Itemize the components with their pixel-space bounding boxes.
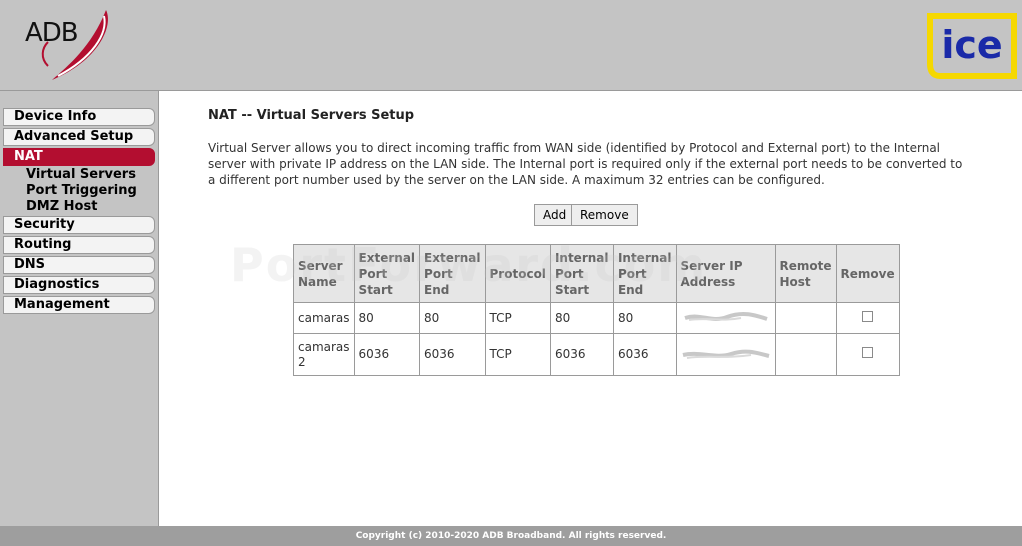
cell-external-port-end: 80 bbox=[419, 302, 486, 334]
sidebar-item-routing[interactable]: Routing bbox=[3, 236, 155, 254]
sidebar-item-management[interactable]: Management bbox=[3, 296, 155, 314]
column-header-internal-port-end: Internal Port End bbox=[612, 244, 677, 303]
cell-server-ip-address bbox=[675, 333, 776, 376]
column-header-internal-port-start: Internal Port Start bbox=[549, 244, 614, 303]
remove-checkbox[interactable] bbox=[862, 347, 874, 358]
sidebar-subitem-port-triggering[interactable]: Port Triggering bbox=[26, 183, 137, 199]
cell-protocol: TCP bbox=[484, 302, 551, 334]
table-row: camaras 2 6036 6036 TCP 6036 6036 bbox=[293, 333, 900, 376]
cell-remote-host bbox=[774, 302, 837, 334]
sidebar-subitem-virtual-servers[interactable]: Virtual Servers bbox=[26, 167, 136, 183]
sidebar-item-nat[interactable]: NAT bbox=[3, 148, 155, 166]
cell-internal-port-start: 80 bbox=[549, 302, 614, 334]
redacted-ip bbox=[682, 349, 769, 359]
cell-remove bbox=[835, 302, 900, 334]
cell-internal-port-end: 6036 bbox=[612, 333, 677, 376]
cell-internal-port-start: 6036 bbox=[549, 333, 614, 376]
main-content: NAT -- Virtual Servers Setup Virtual Ser… bbox=[168, 91, 1022, 526]
cell-protocol: TCP bbox=[484, 333, 551, 376]
virtual-servers-table: Server Name External Port Start External… bbox=[293, 244, 900, 376]
cell-server-name: camaras 2 bbox=[293, 333, 355, 376]
cell-server-name: camaras bbox=[293, 302, 355, 334]
cell-remote-host bbox=[774, 333, 837, 376]
cell-external-port-end: 6036 bbox=[419, 333, 486, 376]
remove-checkbox[interactable] bbox=[862, 310, 874, 322]
footer-copyright: Copyright (c) 2010-2020 ADB Broadband. A… bbox=[0, 526, 1022, 546]
column-header-server-name: Server Name bbox=[293, 244, 355, 303]
cell-external-port-start: 80 bbox=[353, 302, 421, 334]
column-header-server-ip-address: Server IP Address bbox=[675, 244, 776, 303]
cell-external-port-start: 6036 bbox=[353, 333, 421, 376]
column-header-external-port-start: External Port Start bbox=[353, 244, 421, 303]
cell-server-ip-address bbox=[675, 302, 776, 334]
column-header-remove: Remove bbox=[835, 244, 900, 303]
remove-button[interactable]: Remove bbox=[571, 204, 638, 226]
page-title: NAT -- Virtual Servers Setup bbox=[208, 108, 415, 123]
column-header-remote-host: Remote Host bbox=[774, 244, 837, 303]
sidebar-item-advanced-setup[interactable]: Advanced Setup bbox=[3, 128, 155, 146]
sidebar-item-device-info[interactable]: Device Info bbox=[3, 108, 155, 126]
page-description: Virtual Server allows you to direct inco… bbox=[208, 141, 963, 187]
sidebar-subitem-dmz-host[interactable]: DMZ Host bbox=[26, 199, 97, 215]
redacted-ip bbox=[683, 311, 768, 321]
sidebar-menu: Device Info Advanced Setup NAT Virtual S… bbox=[0, 91, 159, 526]
ice-logo-text: ice bbox=[941, 23, 1002, 67]
column-header-protocol: Protocol bbox=[484, 244, 551, 303]
sidebar-item-diagnostics[interactable]: Diagnostics bbox=[3, 276, 155, 294]
header-banner: ADB ice bbox=[0, 0, 1022, 91]
table-row: camaras 80 80 TCP 80 80 bbox=[293, 302, 900, 334]
add-button[interactable]: Add bbox=[534, 204, 576, 226]
adb-logo: ADB bbox=[18, 6, 118, 86]
sidebar-item-security[interactable]: Security bbox=[3, 216, 155, 234]
cell-remove bbox=[835, 333, 900, 376]
cell-internal-port-end: 80 bbox=[612, 302, 677, 334]
column-header-external-port-end: External Port End bbox=[419, 244, 486, 303]
adb-logo-text: ADB bbox=[25, 18, 79, 48]
ice-logo: ice bbox=[926, 12, 1018, 80]
sidebar-item-dns[interactable]: DNS bbox=[3, 256, 155, 274]
